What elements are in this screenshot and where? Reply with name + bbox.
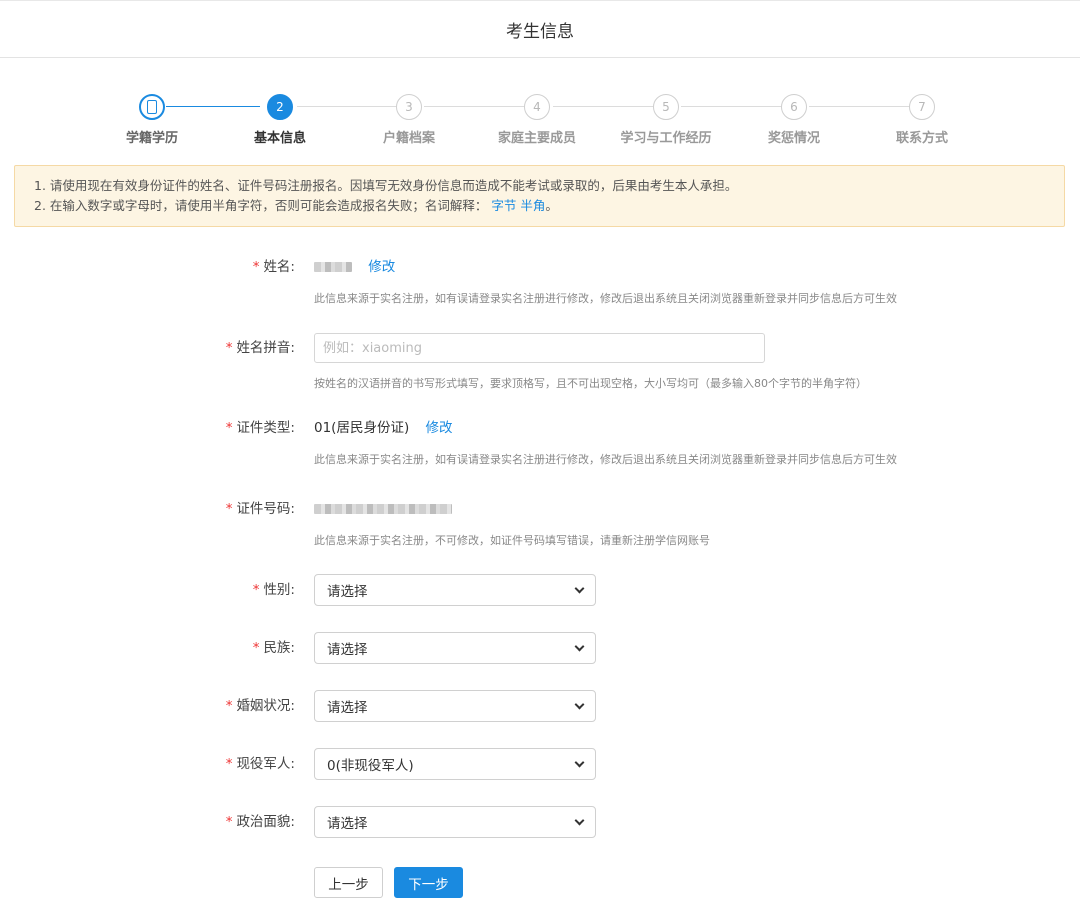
field-label: * 婚姻状况: <box>225 698 295 714</box>
step-circle: 7 <box>909 94 935 120</box>
step-study-work[interactable]: 5 学习与工作经历 <box>606 94 726 146</box>
required-mark: * <box>225 814 233 830</box>
required-mark: * <box>252 259 260 275</box>
chevron-down-icon <box>574 641 585 651</box>
step-circle: 3 <box>396 94 422 120</box>
step-label: 学习与工作经历 <box>620 131 712 146</box>
field-label: * 姓名拼音: <box>225 340 295 356</box>
field-hint: 此信息来源于实名注册，不可修改，如证件号码填写错误，请重新注册学信网账号 <box>314 534 710 547</box>
required-mark: * <box>252 640 260 656</box>
chevron-down-icon <box>574 699 585 709</box>
step-label: 联系方式 <box>895 131 948 146</box>
redacted-id-number <box>314 504 452 514</box>
byte-link[interactable]: 字节 <box>491 198 516 213</box>
id-type-value: 01(居民身份证) 修改 <box>314 420 453 436</box>
page-header: 考生信息 <box>0 0 1080 58</box>
field-label: * 证件号码: <box>225 501 295 517</box>
name-value: 修改 <box>314 252 395 282</box>
step-label: 奖惩情况 <box>767 131 820 146</box>
step-label: 户籍档案 <box>382 131 435 146</box>
required-mark: * <box>225 501 233 517</box>
step-circle: 4 <box>524 94 550 120</box>
pinyin-input[interactable] <box>314 333 765 363</box>
required-mark: * <box>252 582 260 598</box>
id-number-value <box>314 494 452 524</box>
next-step-button[interactable]: 下一步 <box>394 867 463 898</box>
step-contact[interactable]: 7 联系方式 <box>862 94 982 146</box>
step-label: 学籍学历 <box>125 131 178 146</box>
step-education[interactable]: 学籍学历 <box>92 94 212 146</box>
required-mark: * <box>225 420 233 436</box>
page-title: 考生信息 <box>506 21 574 42</box>
chevron-down-icon <box>574 583 585 593</box>
military-select[interactable]: 0(非现役军人) <box>314 748 596 780</box>
edit-id-type-link[interactable]: 修改 <box>426 420 453 436</box>
step-family[interactable]: 4 家庭主要成员 <box>477 94 597 146</box>
previous-step-button[interactable]: 上一步 <box>314 867 383 898</box>
gender-select[interactable]: 请选择 <box>314 574 596 606</box>
step-circle: 6 <box>781 94 807 120</box>
field-label: * 现役军人: <box>225 756 295 772</box>
progress-stepper: 学籍学历 2 基本信息 3 户籍档案 4 家庭主要成员 5 学习与工作经历 6 … <box>0 94 1080 146</box>
field-label: * 证件类型: <box>225 420 295 436</box>
political-select[interactable]: 请选择 <box>314 806 596 838</box>
step-label: 基本信息 <box>253 131 306 146</box>
notice-box: 1. 请使用现在有效身份证件的姓名、证件号码注册报名。因填写无效身份信息而造成不… <box>14 165 1065 227</box>
field-hint: 此信息来源于实名注册，如有误请登录实名注册进行修改，修改后退出系统且关闭浏览器重… <box>314 453 897 466</box>
notice-line-1: 1. 请使用现在有效身份证件的姓名、证件号码注册报名。因填写无效身份信息而造成不… <box>34 178 738 193</box>
step-rewards[interactable]: 6 奖惩情况 <box>734 94 854 146</box>
step-basic-info[interactable]: 2 基本信息 <box>220 94 340 146</box>
field-label: * 政治面貌: <box>225 814 295 830</box>
half-width-link[interactable]: 半角 <box>520 198 545 213</box>
field-hint: 此信息来源于实名注册，如有误请登录实名注册进行修改，修改后退出系统且关闭浏览器重… <box>314 292 897 305</box>
field-label: * 性别: <box>252 582 295 598</box>
marital-select[interactable]: 请选择 <box>314 690 596 722</box>
field-label: * 姓名: <box>252 259 295 275</box>
chevron-down-icon <box>574 757 585 767</box>
required-mark: * <box>225 340 233 356</box>
field-label: * 民族: <box>252 640 295 656</box>
step-circle <box>139 94 165 120</box>
edit-name-link[interactable]: 修改 <box>368 259 395 275</box>
required-mark: * <box>225 756 233 772</box>
field-hint: 按姓名的汉语拼音的书写形式填写，要求顶格写，且不可出现空格，大小写均可（最多输入… <box>314 377 867 390</box>
notice-line-2: 2. 在输入数字或字母时，请使用半角字符，否则可能会造成报名失败；名词解释： 字… <box>34 198 558 213</box>
step-household[interactable]: 3 户籍档案 <box>349 94 469 146</box>
mobile-icon <box>147 100 157 114</box>
chevron-down-icon <box>574 815 585 825</box>
required-mark: * <box>225 698 233 714</box>
step-label: 家庭主要成员 <box>497 131 576 146</box>
ethnicity-select[interactable]: 请选择 <box>314 632 596 664</box>
redacted-name <box>314 262 352 272</box>
step-circle: 5 <box>653 94 679 120</box>
step-circle: 2 <box>267 94 293 120</box>
